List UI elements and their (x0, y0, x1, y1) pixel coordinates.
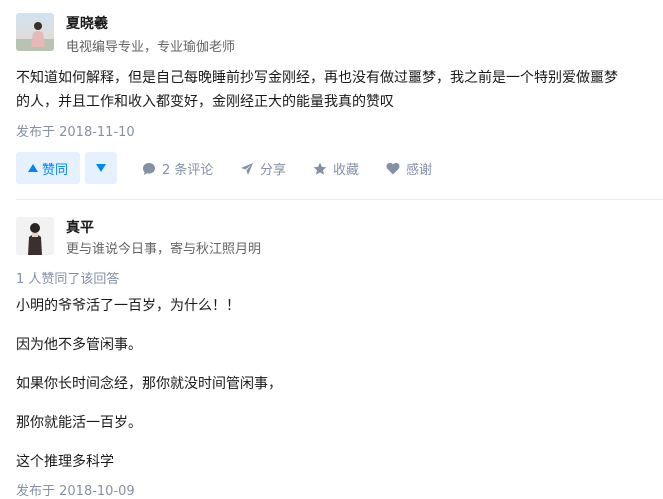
comment-icon (142, 162, 156, 176)
heart-icon (386, 162, 400, 175)
content-line: 不知道如何解释，但是自己每晚睡前抄写金刚经，再也没有做过噩梦，我之前是一个特别爱… (16, 70, 618, 86)
thanks-label: 感谢 (406, 163, 433, 178)
answer-content: 不知道如何解释，但是自己每晚睡前抄写金刚经，再也没有做过噩梦，我之前是一个特别爱… (16, 66, 656, 114)
comment-count: 2 条评论 (162, 163, 214, 178)
star-icon (313, 162, 327, 176)
author-avatar[interactable] (16, 13, 54, 51)
author-name[interactable]: 夏晓羲 (66, 13, 108, 33)
comment-button[interactable]: 2 条评论 (142, 159, 213, 178)
triangle-up-icon (27, 161, 38, 176)
vote-up-button[interactable]: 赞同 (16, 152, 80, 184)
vote-info: 1 人赞同了该回答 (16, 272, 120, 287)
author-headline: 电视编导专业，专业瑜伽老师 (66, 40, 236, 55)
answer-paragraph: 因为他不多管闲事。 (16, 337, 142, 353)
favorite-button[interactable]: 收藏 (313, 159, 359, 178)
answer-paragraph: 小明的爷爷活了一百岁，为什么！！ (16, 298, 240, 314)
answer-paragraph: 如果你长时间念经，那你就没时间管闲事， (16, 376, 282, 392)
triangle-down-icon (96, 161, 106, 176)
answer-paragraph: 这个推理多科学 (16, 454, 114, 470)
author-name[interactable]: 真平 (66, 217, 94, 237)
answer-paragraph: 那你就能活一百岁。 (16, 415, 142, 431)
thanks-button[interactable]: 感谢 (386, 159, 432, 178)
author-headline: 更与谁说今日事，寄与秋江照月明 (66, 242, 262, 257)
publish-date[interactable]: 发布于 2018-11-10 (16, 121, 135, 140)
share-icon (240, 162, 254, 176)
share-label: 分享 (260, 163, 287, 178)
share-button[interactable]: 分享 (240, 159, 286, 178)
favorite-label: 收藏 (333, 163, 360, 178)
content-line: 的人，并且工作和收入都变好，金刚经正大的能量我真的赞叹 (16, 94, 394, 110)
answer-divider (16, 199, 663, 200)
vote-down-button[interactable] (85, 152, 117, 184)
publish-date[interactable]: 发布于 2018-10-09 (16, 480, 135, 499)
vote-up-label: 赞同 (41, 162, 68, 178)
author-avatar[interactable] (16, 217, 54, 255)
